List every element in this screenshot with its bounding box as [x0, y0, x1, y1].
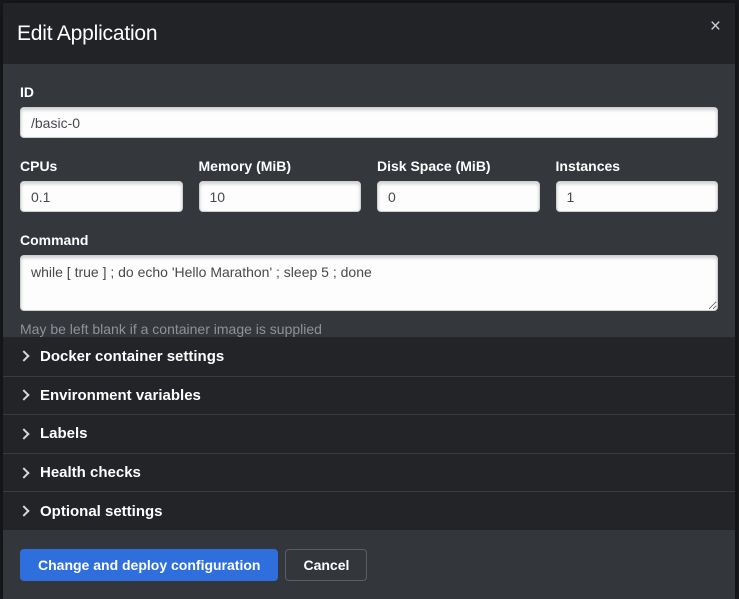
section-environment-variables[interactable]: Environment variables [3, 376, 735, 415]
chevron-right-icon [18, 506, 29, 517]
section-label: Optional settings [40, 503, 163, 520]
instances-label: Instances [556, 158, 719, 174]
modal-form: ID CPUs Memory (MiB) Disk Space (MiB) In… [3, 64, 735, 337]
cpus-field-group: CPUs [20, 158, 183, 212]
section-label: Docker container settings [40, 348, 224, 365]
command-label: Command [20, 232, 718, 248]
instances-field-group: Instances [556, 158, 719, 212]
disk-field-group: Disk Space (MiB) [377, 158, 540, 212]
chevron-right-icon [18, 351, 29, 362]
chevron-right-icon [18, 390, 29, 401]
section-label: Labels [40, 425, 88, 442]
disk-input[interactable] [377, 181, 540, 212]
cpus-label: CPUs [20, 158, 183, 174]
section-docker-container-settings[interactable]: Docker container settings [3, 337, 735, 376]
disk-label: Disk Space (MiB) [377, 158, 540, 174]
cpus-input[interactable] [20, 181, 183, 212]
id-field-group: ID [20, 84, 718, 138]
instances-input[interactable] [556, 181, 719, 212]
edit-application-modal: Edit Application × ID CPUs Memory (MiB) … [3, 3, 735, 599]
section-labels[interactable]: Labels [3, 414, 735, 453]
command-help-text: May be left blank if a container image i… [20, 321, 718, 337]
memory-input[interactable] [199, 181, 362, 212]
memory-field-group: Memory (MiB) [199, 158, 362, 212]
id-label: ID [20, 84, 718, 100]
command-textarea[interactable]: while [ true ] ; do echo 'Hello Marathon… [20, 255, 718, 311]
section-optional-settings[interactable]: Optional settings [3, 491, 735, 530]
change-and-deploy-button[interactable]: Change and deploy configuration [20, 549, 278, 581]
modal-footer: Change and deploy configuration Cancel [3, 530, 735, 599]
chevron-right-icon [18, 467, 29, 478]
chevron-right-icon [18, 428, 29, 439]
section-health-checks[interactable]: Health checks [3, 453, 735, 492]
accordion-sections: Docker container settings Environment va… [3, 337, 735, 530]
modal-header: Edit Application × [3, 3, 735, 64]
section-label: Environment variables [40, 387, 201, 404]
memory-label: Memory (MiB) [199, 158, 362, 174]
command-field-group: Command while [ true ] ; do echo 'Hello … [20, 232, 718, 337]
cancel-button[interactable]: Cancel [285, 549, 367, 581]
resource-field-row: CPUs Memory (MiB) Disk Space (MiB) Insta… [20, 158, 718, 212]
modal-title: Edit Application [17, 22, 157, 46]
id-input[interactable] [20, 107, 718, 138]
close-icon[interactable]: × [710, 17, 721, 36]
section-label: Health checks [40, 464, 141, 481]
